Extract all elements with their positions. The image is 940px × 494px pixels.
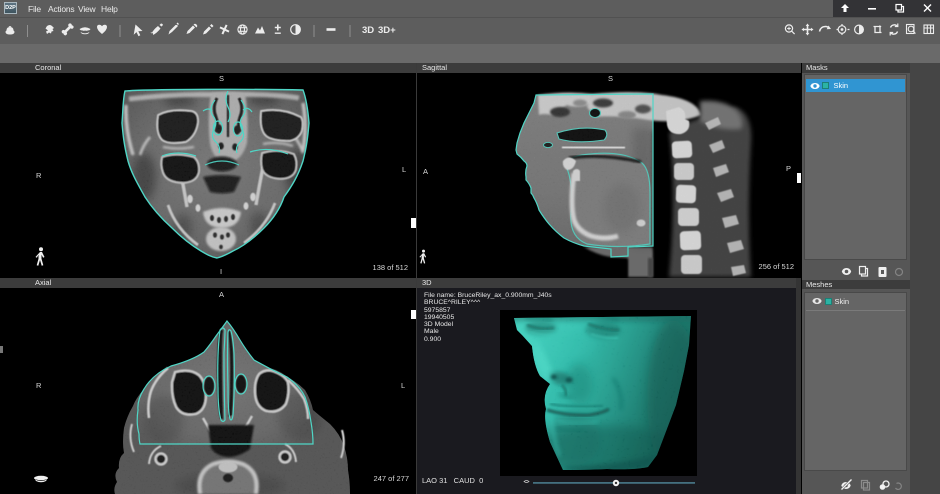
svg-text:3D+: 3D+ [378, 25, 396, 36]
svg-text:3D: 3D [362, 25, 374, 36]
